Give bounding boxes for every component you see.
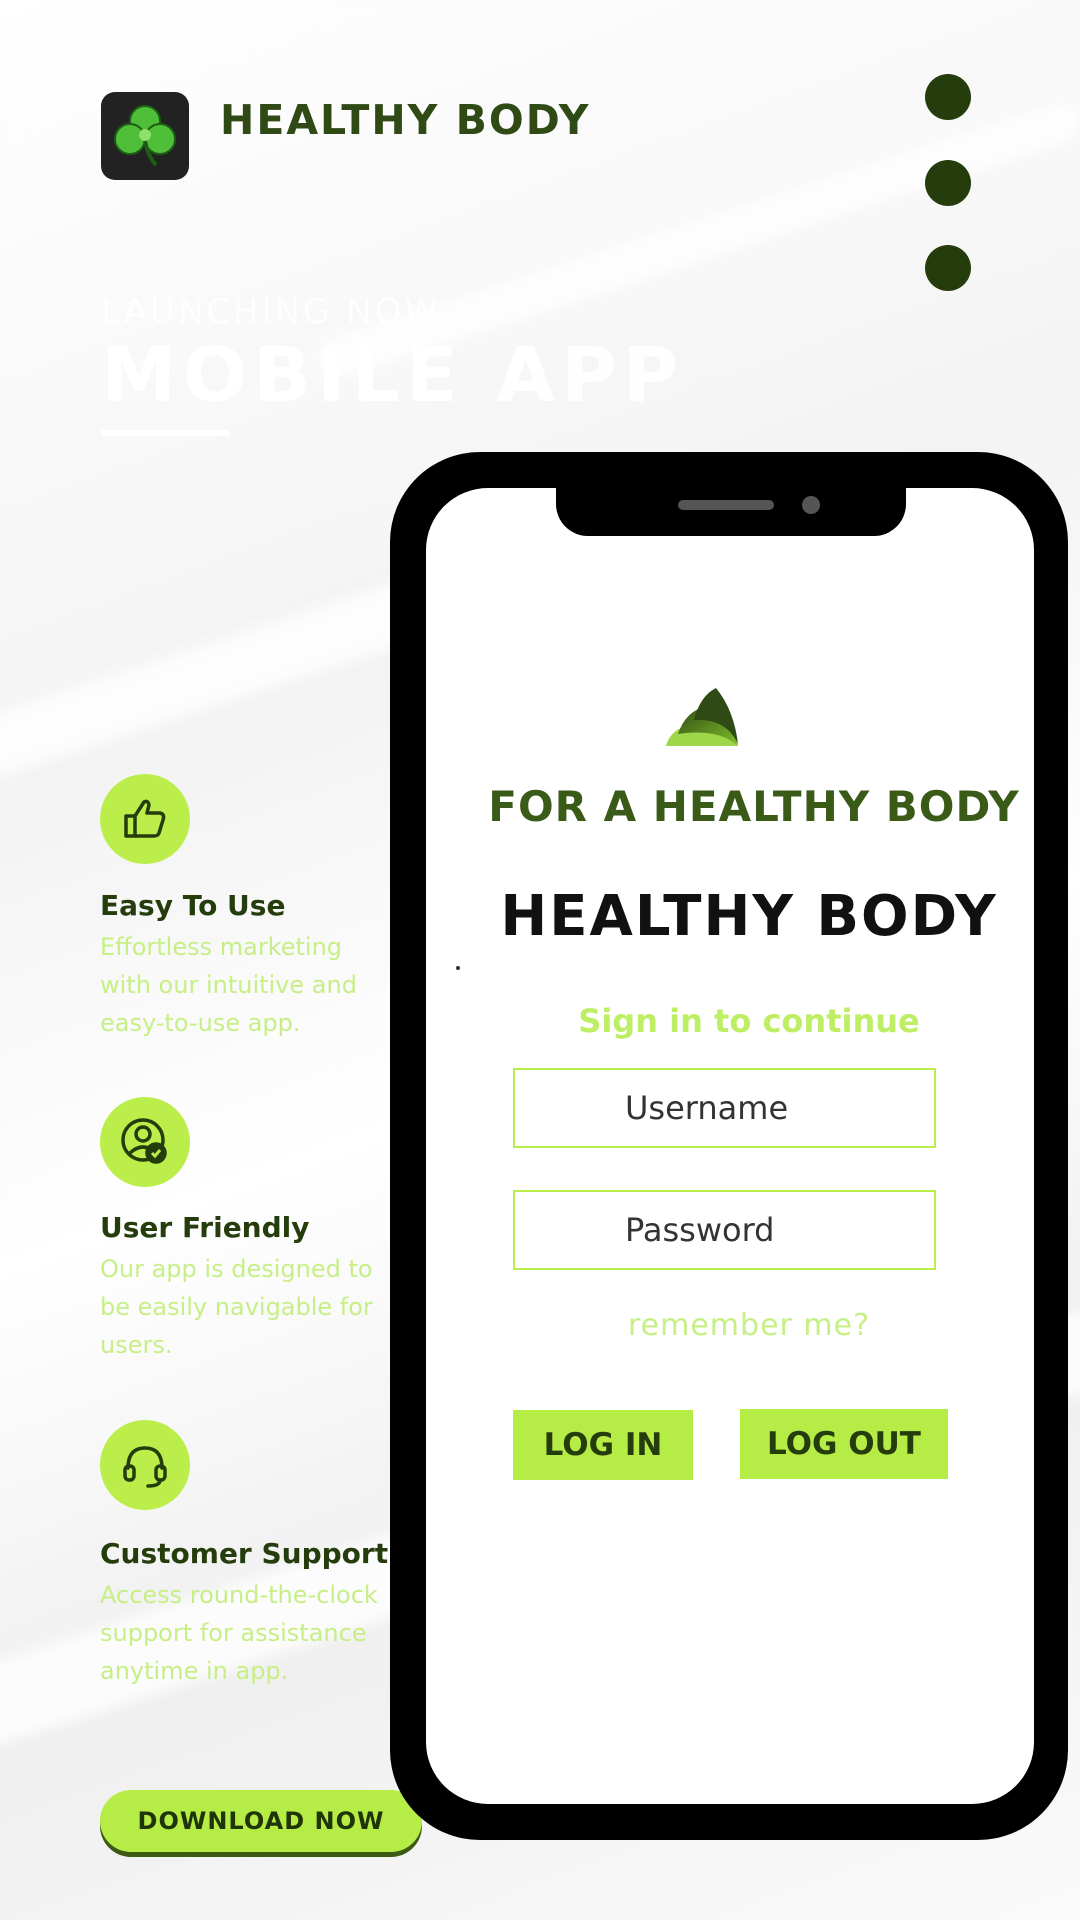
feature-description: Access round-the-clock support for assis… xyxy=(100,1581,378,1685)
hero-kicker: LAUNCHING NOW xyxy=(101,292,442,332)
phone-speaker xyxy=(678,500,774,510)
app-tagline: FOR A HEALTHY BODY xyxy=(488,782,1020,831)
menu-dot[interactable] xyxy=(925,245,971,291)
feature-title: User Friendly xyxy=(100,1211,310,1244)
feature-title: Easy To Use xyxy=(100,889,286,922)
remember-me-link[interactable]: remember me? xyxy=(426,1308,1034,1343)
hero-underline xyxy=(101,430,229,436)
menu-dot[interactable] xyxy=(925,74,971,120)
feature-description: Our app is designed to be easily navigab… xyxy=(100,1255,373,1359)
log-in-button[interactable]: LOG IN xyxy=(513,1410,693,1480)
shamrock-icon xyxy=(114,105,176,167)
app-title: HEALTHY BODY xyxy=(500,884,998,949)
feature-title: Customer Support xyxy=(100,1537,389,1570)
user-check-icon xyxy=(121,1118,167,1164)
download-now-button[interactable]: DOWNLOAD NOW xyxy=(100,1790,422,1852)
headset-icon-badge xyxy=(100,1420,190,1510)
username-field[interactable] xyxy=(513,1068,936,1148)
feature-description: Effortless marketing with our intuitive … xyxy=(100,933,357,1037)
phone-notch xyxy=(556,486,906,536)
sign-in-subtitle: Sign in to continue xyxy=(578,1002,920,1040)
brand-name: HEALTHY BODY xyxy=(220,96,591,144)
user-check-icon-badge xyxy=(100,1097,190,1187)
password-field[interactable] xyxy=(513,1190,936,1270)
menu-dot[interactable] xyxy=(925,160,971,206)
decorative-dot xyxy=(456,966,460,970)
hero-headline: MOBILE APP xyxy=(101,330,685,419)
log-out-button[interactable]: LOG OUT xyxy=(740,1409,948,1479)
headset-icon xyxy=(123,1446,167,1488)
leaf-logo-icon xyxy=(666,688,738,746)
phone-camera xyxy=(802,496,820,514)
brand-logo xyxy=(101,92,189,180)
thumbs-up-icon-badge xyxy=(100,774,190,864)
thumbs-up-icon xyxy=(124,799,166,838)
